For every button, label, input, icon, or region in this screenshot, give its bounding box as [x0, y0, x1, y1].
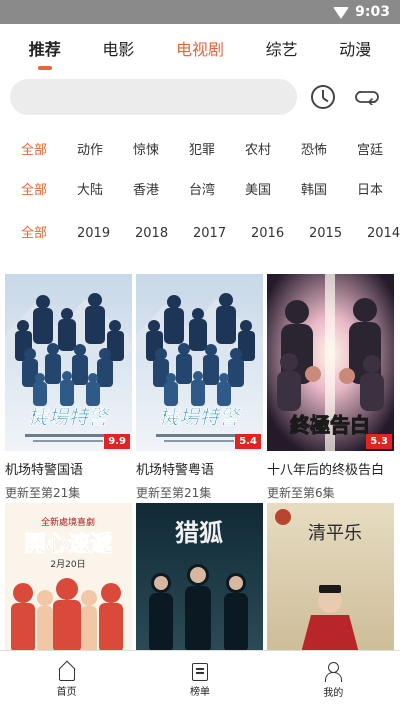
filter-genre-action[interactable]: 动作: [77, 137, 103, 165]
tab-movies[interactable]: 电影: [98, 30, 138, 66]
score-badge: 5.4: [235, 434, 261, 449]
filter-genre-palace[interactable]: 宫廷: [357, 137, 383, 165]
search-input[interactable]: [10, 79, 297, 115]
poster-art: 全新處境喜劇 開心速遞 2月20日: [5, 503, 132, 653]
poster-date: 2月20日: [50, 559, 85, 570]
poster-caption: 機場特警: [28, 405, 111, 429]
nav-label: 首页: [56, 687, 77, 698]
card-update-status: 更新至第21集: [136, 486, 212, 500]
poster-image: 終極告白 5.3: [267, 274, 394, 451]
filter-region-usa[interactable]: 美国: [245, 177, 271, 205]
filter-region-mainland[interactable]: 大陆: [77, 177, 103, 205]
poster-title: 清平乐: [308, 523, 362, 544]
poster-headline: 開心速遞: [24, 531, 113, 557]
tab-indicator: [37, 66, 52, 70]
filter-genre-crime[interactable]: 犯罪: [189, 137, 215, 165]
status-time: 9:03: [355, 4, 390, 20]
poster-art: 猎狐: [136, 503, 263, 653]
tab-recommend[interactable]: 推荐: [25, 30, 65, 70]
bottom-nav: 首页 榜单 我的: [0, 650, 400, 710]
score-badge: 9.9: [104, 434, 130, 449]
poster-subhead: 全新處境喜劇: [41, 516, 95, 528]
poster-caption: 終極告白: [290, 413, 370, 437]
filter-region-hongkong[interactable]: 香港: [133, 177, 159, 205]
tab-variety[interactable]: 综艺: [262, 30, 302, 66]
filter-region-japan[interactable]: 日本: [357, 177, 383, 205]
video-card[interactable]: 終極告白 5.3 十八年后的终极告白 更新至第6集: [267, 274, 394, 501]
poster-title: 猎狐: [175, 518, 223, 547]
nav-home[interactable]: 首页: [27, 663, 107, 698]
card-update-status: 更新至第21集: [5, 486, 81, 500]
nav-rankings[interactable]: 榜单: [160, 663, 240, 698]
clock-icon: [311, 85, 335, 109]
filter-genre-horror[interactable]: 恐怖: [301, 137, 327, 165]
poster-image: 機場特警 9.9: [5, 274, 132, 451]
poster-art: 清平乐: [267, 503, 394, 653]
nav-profile[interactable]: 我的: [293, 662, 373, 699]
poster-art: 機場特警: [5, 274, 132, 451]
poster-art: 機場特警: [136, 274, 263, 451]
tab-label: 动漫: [339, 40, 372, 59]
nav-label: 榜单: [189, 687, 210, 698]
tab-label: 电视剧: [175, 40, 224, 59]
tab-tv-series[interactable]: 电视剧: [172, 30, 228, 66]
search-row: [0, 78, 400, 116]
filter-year-2015[interactable]: 2015: [309, 220, 342, 248]
filter-region-all[interactable]: 全部: [21, 177, 47, 205]
card-title: 机场特警国语: [5, 463, 84, 478]
poster-art: 終極告白: [267, 274, 394, 451]
filter-genre-thriller[interactable]: 惊悚: [133, 137, 159, 165]
filter-genre-rural[interactable]: 农村: [245, 137, 271, 165]
region-filter-row: 全部 大陆 香港 台湾 美国 韩国 日本: [0, 177, 400, 205]
poster-image: 猎狐: [136, 503, 263, 653]
nav-label: 我的: [323, 688, 344, 699]
filter-genre-all[interactable]: 全部: [21, 137, 47, 165]
card-update-status: 更新至第6集: [267, 486, 335, 500]
filter-year-all[interactable]: 全部: [21, 220, 47, 248]
card-title: 机场特警粤语: [136, 463, 215, 478]
video-grid: 機場特警 9.9 机场特警国语 更新至第21集 機場特警 5.4 机场特警粤语 …: [0, 274, 400, 654]
filter-year-2019[interactable]: 2019: [77, 220, 110, 248]
home-icon: [58, 663, 76, 681]
filter-year-2017[interactable]: 2017: [193, 220, 226, 248]
video-card[interactable]: 清平乐: [267, 503, 394, 653]
tab-label: 推荐: [28, 40, 61, 59]
category-tabs: 推荐 电影 电视剧 综艺 动漫: [0, 24, 400, 72]
wifi-icon: [333, 7, 350, 19]
poster-image: 清平乐: [267, 503, 394, 653]
video-card[interactable]: 機場特警 9.9 机场特警国语 更新至第21集: [5, 274, 132, 501]
video-card[interactable]: 猎狐: [136, 503, 263, 653]
poster-image: 全新處境喜劇 開心速遞 2月20日: [5, 503, 132, 653]
tab-label: 综艺: [265, 40, 298, 59]
user-icon: [324, 662, 343, 682]
filter-region-korea[interactable]: 韩国: [301, 177, 327, 205]
history-button[interactable]: [297, 79, 341, 115]
filter-year-2014[interactable]: 2014: [367, 220, 400, 248]
video-card[interactable]: 機場特警 5.4 机场特警粤语 更新至第21集: [136, 274, 263, 501]
filter-year-2018[interactable]: 2018: [135, 220, 168, 248]
tab-anime[interactable]: 动漫: [335, 30, 375, 66]
year-filter-row: 全部 2019 2018 2017 2016 2015 2014: [0, 220, 400, 248]
poster-image: 機場特警 5.4: [136, 274, 263, 451]
card-title: 十八年后的终极告白: [267, 463, 385, 478]
video-card[interactable]: 全新處境喜劇 開心速遞 2月20日: [5, 503, 132, 653]
tab-label: 电影: [102, 40, 135, 59]
loop-icon: [355, 91, 379, 105]
filter-region-taiwan[interactable]: 台湾: [189, 177, 215, 205]
status-bar: 9:03: [0, 0, 400, 24]
filter-year-2016[interactable]: 2016: [251, 220, 284, 248]
list-icon: [191, 663, 208, 681]
poster-caption: 機場特警: [159, 405, 242, 429]
score-badge: 5.3: [366, 434, 392, 449]
refresh-button[interactable]: [345, 79, 389, 115]
genre-filter-row: 全部 动作 惊悚 犯罪 农村 恐怖 宫廷: [0, 137, 400, 165]
